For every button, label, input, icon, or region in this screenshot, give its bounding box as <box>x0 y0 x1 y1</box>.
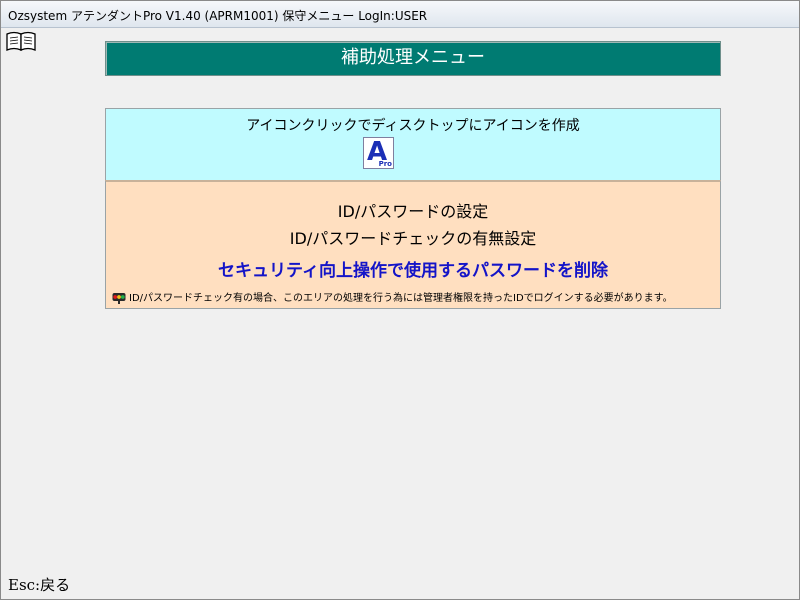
desktop-shortcut-panel: アイコンクリックでディスクトップにアイコンを作成 A Pro <box>105 108 721 180</box>
admin-permission-note: ID/パスワードチェック有の場合、このエリアの処理を行う為には管理者権限を持った… <box>112 289 673 304</box>
title-bar[interactable]: Ozsystem アテンダントPro V1.40 (APRM1001) 保守メニ… <box>1 1 799 28</box>
menu-header-banner: 補助処理メニュー <box>105 41 721 76</box>
attendant-pro-app-icon[interactable]: A Pro <box>363 137 394 169</box>
shortcut-caption: アイコンクリックでディスクトップにアイコンを作成 <box>246 118 580 134</box>
delete-password-link[interactable]: セキュリティ向上操作で使用するパスワードを削除 <box>106 256 720 281</box>
password-setting-link[interactable]: ID/パスワードの設定 <box>106 198 720 222</box>
window-title: Ozsystem アテンダントPro V1.40 (APRM1001) 保守メニ… <box>8 9 428 23</box>
app-window: Ozsystem アテンダントPro V1.40 (APRM1001) 保守メニ… <box>0 0 800 600</box>
admin-note-text: ID/パスワードチェック有の場合、このエリアの処理を行う為には管理者権限を持った… <box>129 293 673 304</box>
traffic-signal-icon <box>112 290 126 304</box>
app-icon-sublabel: Pro <box>378 160 392 168</box>
page-title: 補助処理メニュー <box>341 47 485 68</box>
password-check-setting-link[interactable]: ID/パスワードチェックの有無設定 <box>106 225 720 249</box>
password-settings-panel: ID/パスワードの設定 ID/パスワードチェックの有無設定 セキュリティ向上操作… <box>105 180 721 309</box>
esc-back-button[interactable]: Esc:戻る <box>8 574 70 595</box>
open-book-icon[interactable] <box>5 31 37 53</box>
